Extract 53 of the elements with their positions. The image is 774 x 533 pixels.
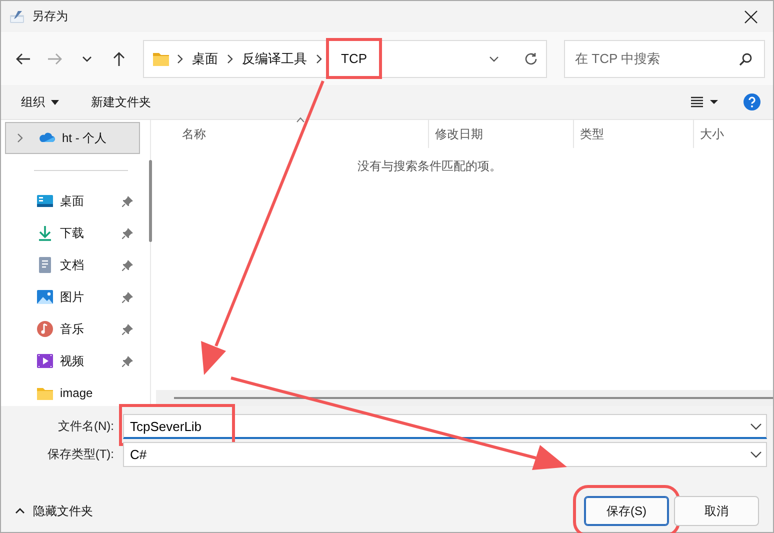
- back-arrow-icon: [15, 50, 31, 66]
- folder-icon: [152, 50, 170, 66]
- forward-arrow-icon: [47, 50, 63, 66]
- sidebar-item[interactable]: 图片: [5, 281, 140, 313]
- sort-caret-icon: [296, 117, 305, 123]
- column-header[interactable]: 名称: [156, 120, 428, 148]
- field-label: 文件名(N):: [57, 418, 114, 435]
- breadcrumb[interactable]: TCP: [329, 41, 379, 76]
- refresh-icon[interactable]: [524, 52, 538, 66]
- sidebar-item[interactable]: 桌面: [5, 185, 140, 217]
- caret-up-icon: [15, 508, 25, 514]
- save-as-icon: [9, 8, 25, 24]
- chevron-right-icon[interactable]: [176, 54, 184, 64]
- up-arrow-icon: [111, 50, 127, 66]
- sidebar-item[interactable]: 视频: [5, 345, 140, 377]
- caret-icon: [51, 100, 59, 104]
- help-icon[interactable]: [743, 93, 761, 111]
- view-list-icon[interactable]: [691, 96, 719, 108]
- field-label: 保存类型(T):: [46, 446, 114, 463]
- download-icon: [36, 224, 54, 242]
- document-icon: [36, 256, 54, 274]
- sidebar-item[interactable]: ht - 个人: [5, 122, 140, 154]
- column-header[interactable]: 修改日期: [428, 120, 573, 148]
- empty-message: 没有与搜索条件匹配的项。: [358, 158, 502, 175]
- chevron-down-icon: [750, 423, 762, 431]
- hide-folders-toggle[interactable]: 隐藏文件夹: [15, 502, 93, 520]
- file-name-field[interactable]: TcpSeverLib: [123, 414, 767, 439]
- address-bar[interactable]: 桌面 反编译工具 TCP: [143, 40, 548, 78]
- window-title: 另存为: [32, 8, 69, 25]
- organize-menu[interactable]: 组织: [19, 92, 61, 112]
- chevron-right-icon[interactable]: [226, 54, 234, 64]
- horizontal-scrollbar[interactable]: [156, 390, 773, 406]
- column-header[interactable]: 大小: [693, 120, 773, 148]
- close-icon: [744, 10, 758, 24]
- chevron-down-icon: [750, 451, 762, 459]
- column-header[interactable]: 类型: [573, 120, 693, 148]
- sidebar-item[interactable]: 文档: [5, 249, 140, 281]
- desktop-icon: [36, 192, 54, 210]
- search-field[interactable]: 在 TCP 中搜索: [564, 40, 765, 78]
- breadcrumb[interactable]: 桌面: [190, 50, 220, 68]
- chevron-right-icon[interactable]: [315, 54, 323, 64]
- picture-icon: [36, 288, 54, 306]
- music-icon: [36, 320, 54, 338]
- cancel-button[interactable]: 取消: [674, 496, 759, 526]
- video-icon: [36, 352, 54, 370]
- sidebar-item[interactable]: 下载: [5, 217, 140, 249]
- new-folder-button[interactable]: 新建文件夹: [89, 92, 153, 112]
- breadcrumb[interactable]: 反编译工具: [240, 50, 309, 68]
- chevron-right-icon: [16, 133, 24, 143]
- search-icon: [739, 52, 753, 66]
- sidebar-item[interactable]: 音乐: [5, 313, 140, 345]
- scrollbar-thumb[interactable]: [149, 160, 152, 242]
- file-type-dropdown[interactable]: C#: [123, 442, 767, 467]
